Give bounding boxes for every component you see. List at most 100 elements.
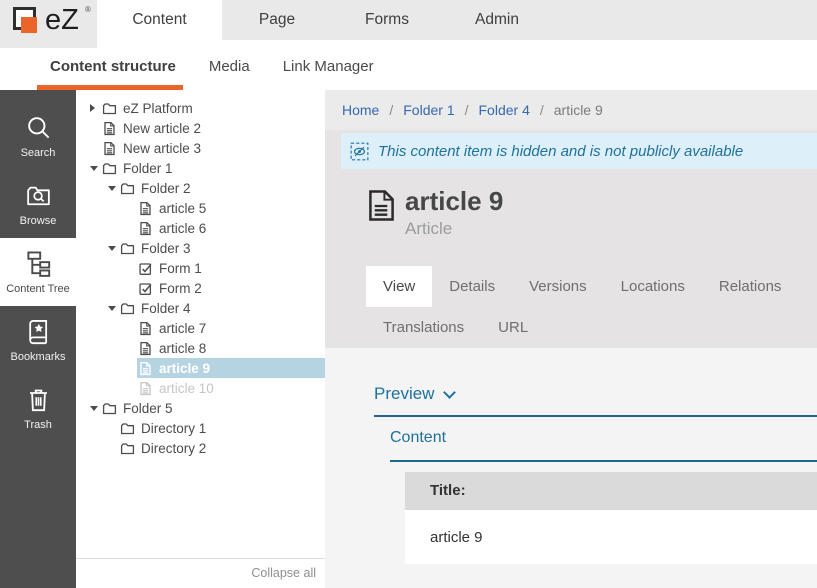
tree-item-content: article 8: [137, 338, 325, 358]
content-tab-translations[interactable]: Translations: [366, 307, 481, 348]
form-icon: [138, 281, 153, 296]
tree-item[interactable]: Directory 1: [76, 418, 325, 438]
tree-item-content: Folder 1: [101, 158, 325, 178]
tree-item-label: New article 2: [123, 121, 201, 136]
sidebar-item-search[interactable]: Search: [0, 102, 76, 170]
content-tree-panel: eZ Platform New article 2 New article 3 Fol…: [76, 90, 325, 588]
sidebar-item-content-tree[interactable]: Content Tree: [0, 238, 76, 306]
tree-item[interactable]: Folder 2: [76, 178, 325, 198]
tree-item-label: article 10: [159, 381, 214, 396]
tree-item-content: article 6: [137, 218, 325, 238]
tree-item[interactable]: Directory 2: [76, 438, 325, 458]
tree-item-content: eZ Platform: [101, 98, 325, 118]
breadcrumb-separator: /: [465, 102, 469, 118]
sidebar-item-label: Search: [0, 147, 76, 159]
content-tab-details[interactable]: Details: [432, 266, 512, 307]
logo-registered-mark: ®: [85, 5, 91, 14]
top-tab-admin[interactable]: Admin: [442, 0, 552, 40]
main-tab-bar: ContentPageFormsAdmin: [97, 0, 552, 58]
sidebar-item-browse[interactable]: Browse: [0, 170, 76, 238]
sidebar-item-trash[interactable]: Trash: [0, 374, 76, 442]
tree-item-content: Form 2: [137, 278, 325, 298]
tree-item[interactable]: Folder 1: [76, 158, 325, 178]
content-tab-url[interactable]: URL: [481, 307, 545, 348]
tree-item[interactable]: eZ Platform: [76, 98, 325, 118]
tree-down-arrow-icon[interactable]: [90, 406, 101, 411]
tree-item-label: Folder 3: [141, 241, 191, 256]
tree-down-arrow-icon[interactable]: [90, 166, 101, 171]
tree-item[interactable]: article 7: [76, 318, 325, 338]
article-icon: [102, 141, 117, 156]
field-table: Title: article 9: [405, 472, 817, 564]
breadcrumb-home[interactable]: Home: [342, 102, 379, 118]
top-tab-forms[interactable]: Forms: [332, 0, 442, 40]
tree-item[interactable]: article 10: [76, 378, 325, 398]
tree-down-arrow-icon[interactable]: [108, 186, 119, 191]
tree-item[interactable]: New article 3: [76, 138, 325, 158]
tree-item-content: article 9: [137, 358, 325, 378]
tree-right-arrow-icon[interactable]: [90, 104, 101, 112]
content-tab-locations[interactable]: Locations: [604, 266, 702, 307]
preview-label: Preview: [374, 384, 434, 404]
content-section-header: Content: [390, 429, 817, 462]
tree-item[interactable]: Form 2: [76, 278, 325, 298]
tree-item-label: article 8: [159, 341, 206, 356]
article-icon: [138, 341, 153, 356]
article-icon: [138, 361, 153, 376]
tree-down-arrow-icon[interactable]: [108, 246, 119, 251]
collapse-all-button[interactable]: Collapse all: [251, 566, 316, 580]
sidebar-item-bookmarks[interactable]: Bookmarks: [0, 306, 76, 374]
title-block: article 9 Article: [368, 186, 817, 239]
tree-item[interactable]: article 9: [76, 358, 325, 378]
tree-down-arrow-icon[interactable]: [108, 306, 119, 311]
tree-item-label: Directory 2: [141, 441, 206, 456]
tree-item[interactable]: Folder 3: [76, 238, 325, 258]
tree-item-content: Directory 2: [119, 438, 325, 458]
preview-toggle[interactable]: Preview: [374, 384, 817, 417]
tree-item[interactable]: article 8: [76, 338, 325, 358]
tree-item-label: article 9: [159, 361, 210, 376]
tree-footer: Collapse all: [76, 558, 325, 588]
tree-item-content: Form 1: [137, 258, 325, 278]
article-icon: [368, 189, 395, 222]
tree-item-content: Folder 5: [101, 398, 325, 418]
ez-logo[interactable]: eZ ®: [0, 0, 97, 48]
folder-icon: [102, 101, 117, 116]
content-tab-relations[interactable]: Relations: [702, 266, 799, 307]
content-tab-view[interactable]: View: [366, 266, 432, 307]
tree-item[interactable]: article 5: [76, 198, 325, 218]
tree-item-label: Form 2: [159, 281, 202, 296]
folder-icon: [102, 401, 117, 416]
tree-item[interactable]: article 6: [76, 218, 325, 238]
page-title: article 9: [405, 186, 503, 216]
sidebar-item-label: Browse: [0, 215, 76, 227]
tree-item[interactable]: Form 1: [76, 258, 325, 278]
folder-icon: [120, 241, 135, 256]
content-tree: eZ Platform New article 2 New article 3 Fol…: [76, 90, 325, 458]
tree-item[interactable]: Folder 4: [76, 298, 325, 318]
article-icon: [138, 201, 153, 216]
tree-item[interactable]: Folder 5: [76, 398, 325, 418]
tree-item-label: article 6: [159, 221, 206, 236]
tree-item-content: article 7: [137, 318, 325, 338]
logo-text: eZ: [45, 4, 79, 37]
main-content: Home/Folder 1/Folder 4/article 9 This co…: [325, 90, 817, 588]
top-tab-page[interactable]: Page: [222, 0, 332, 40]
folder-icon: [102, 161, 117, 176]
tree-item-label: article 5: [159, 201, 206, 216]
tree-item-content: article 10: [137, 378, 325, 398]
breadcrumb-article-9: article 9: [554, 102, 603, 118]
breadcrumb-folder-4[interactable]: Folder 4: [479, 102, 530, 118]
breadcrumb-folder-1[interactable]: Folder 1: [403, 102, 454, 118]
tree-item[interactable]: New article 2: [76, 118, 325, 138]
sidebar-item-label: Bookmarks: [0, 351, 76, 363]
top-tab-content[interactable]: Content: [97, 0, 222, 58]
content-tab-versions[interactable]: Versions: [512, 266, 604, 307]
article-icon: [102, 121, 117, 136]
breadcrumb: Home/Folder 1/Folder 4/article 9: [325, 90, 817, 130]
left-sidebar: Search Browse Content Tree Bookmarks Trash: [0, 90, 76, 588]
sidebar-item-label: Content Tree: [0, 283, 76, 295]
tree-item-label: Form 1: [159, 261, 202, 276]
tree-item-label: Folder 1: [123, 161, 173, 176]
trash-icon: [25, 386, 52, 413]
